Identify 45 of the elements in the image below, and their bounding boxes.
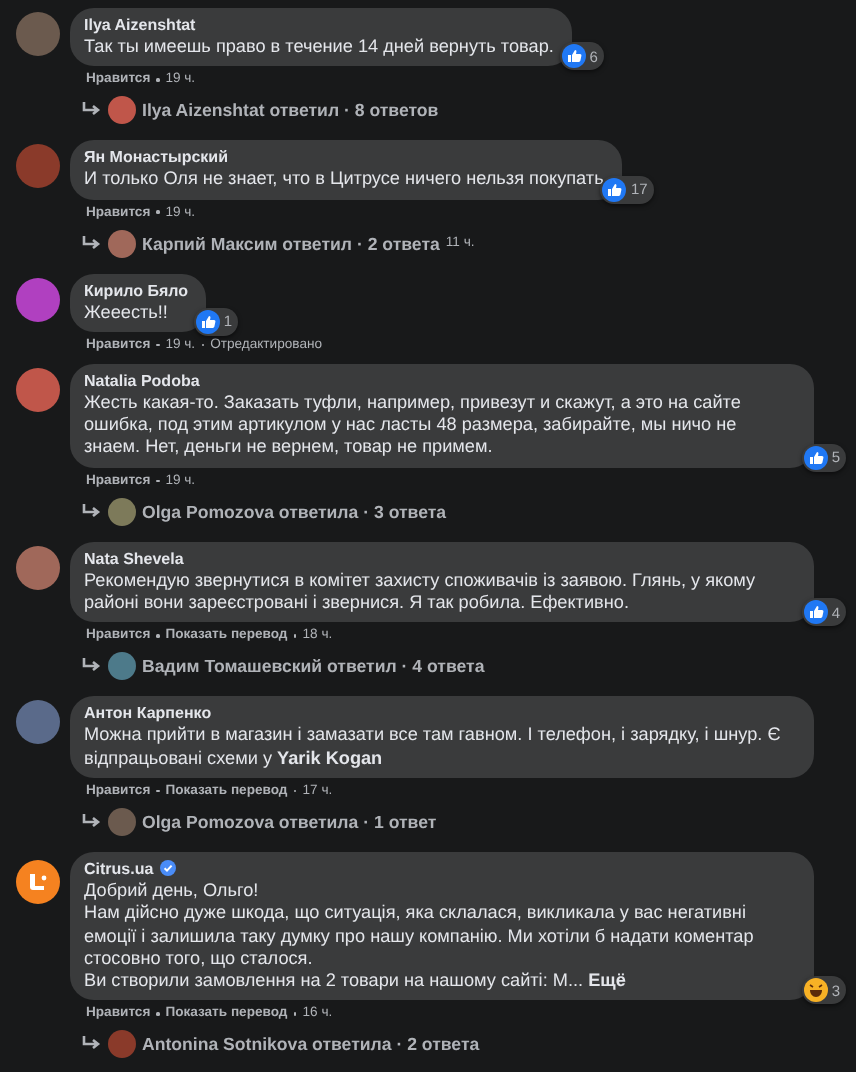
avatar[interactable] xyxy=(16,367,60,412)
comment-text: Можна прийти в магазин і замазати все там гавном. І телефон, і зарядку, і шнур. Є відпрацьовані схеми у Yarik Kogan xyxy=(84,724,783,770)
avatar xyxy=(108,652,136,681)
reply-arrow-icon xyxy=(82,1036,102,1053)
avatar[interactable] xyxy=(16,545,60,590)
avatar[interactable] xyxy=(16,12,60,56)
logo-icon[interactable] xyxy=(16,859,60,904)
comment-text: Так ты имеешь право в течение 14 дней вернуть товар. xyxy=(84,36,554,59)
replies-link[interactable]: Карпий Максим ответил · 2 ответа xyxy=(142,233,440,254)
like-icon xyxy=(602,177,627,202)
avatar[interactable] xyxy=(16,700,60,745)
avatar xyxy=(108,1030,136,1059)
like-icon xyxy=(561,44,586,69)
avatar[interactable] xyxy=(16,144,60,189)
avatar xyxy=(108,497,136,526)
replies-link[interactable]: Olga Pomozova ответила · 3 ответа xyxy=(142,501,447,522)
reply-arrow-icon xyxy=(82,235,102,252)
laughing-face-icon xyxy=(803,978,828,1003)
like-icon xyxy=(803,600,828,625)
avatar xyxy=(108,229,136,258)
comment-text: Рекомендую звернутися в комітет захисту споживачів із заявою. Глянь, у якому районі вони зареєстровані і звернися. Я так робила. Ефективно. xyxy=(84,569,758,615)
replies-link[interactable]: Ilya Aizenshtat ответил · 8 ответов xyxy=(142,100,439,121)
like-icon xyxy=(803,445,828,470)
reply-arrow-icon xyxy=(82,503,102,520)
author-name[interactable]: Citrus.ua xyxy=(84,859,154,878)
author-name[interactable]: Кирило Бяло xyxy=(84,281,188,300)
like-icon xyxy=(195,309,220,334)
replies-link[interactable]: Вадим Томашевский ответил · 4 ответа xyxy=(142,656,485,677)
reply-arrow-icon xyxy=(82,658,102,675)
reply-arrow-icon xyxy=(82,102,102,119)
author-name[interactable]: Антон Карпенко xyxy=(84,704,212,723)
comment-text: Жесть какая-то. Заказать туфли, например, привезут и скажут, а это на сайте ошибка, под этим артикулом у нас ласты 48 размера, забирайте, мы ничо не знаем. Нет, деньги не вернем, товар не примем. xyxy=(84,391,743,460)
author-name[interactable]: Nata Shevela xyxy=(84,549,184,568)
replies-link[interactable]: Olga Pomozova ответила · 1 ответ xyxy=(142,811,437,832)
avatar xyxy=(108,807,136,836)
reply-arrow-icon xyxy=(82,813,102,830)
replies-link[interactable]: Antonina Sotnikova ответила · 2 ответа xyxy=(142,1034,480,1055)
comment-text: Добрий день, Ольго! Нам дійсно дуже шкода, що ситуація, яка склалася, викликала у вас негативні емоції і залишила таку думку про нашу компанію. Ми хотіли б надати коментар стосовно того, що сталося. Ви створили замовлення на 2 товари на нашому сайті: М... Ещё xyxy=(84,879,756,993)
avatar[interactable] xyxy=(16,277,60,322)
author-name[interactable]: Ilya Aizenshtat xyxy=(84,16,196,34)
author-name[interactable]: Ян Монастырский xyxy=(84,148,229,167)
comment-text: И только Оля не знает, что в Цитрусе ничего нельзя покупать xyxy=(84,168,604,192)
author-name[interactable]: Natalia Podoba xyxy=(84,371,200,390)
comment-text: Жееесть!! xyxy=(84,301,170,324)
avatar xyxy=(108,96,136,125)
